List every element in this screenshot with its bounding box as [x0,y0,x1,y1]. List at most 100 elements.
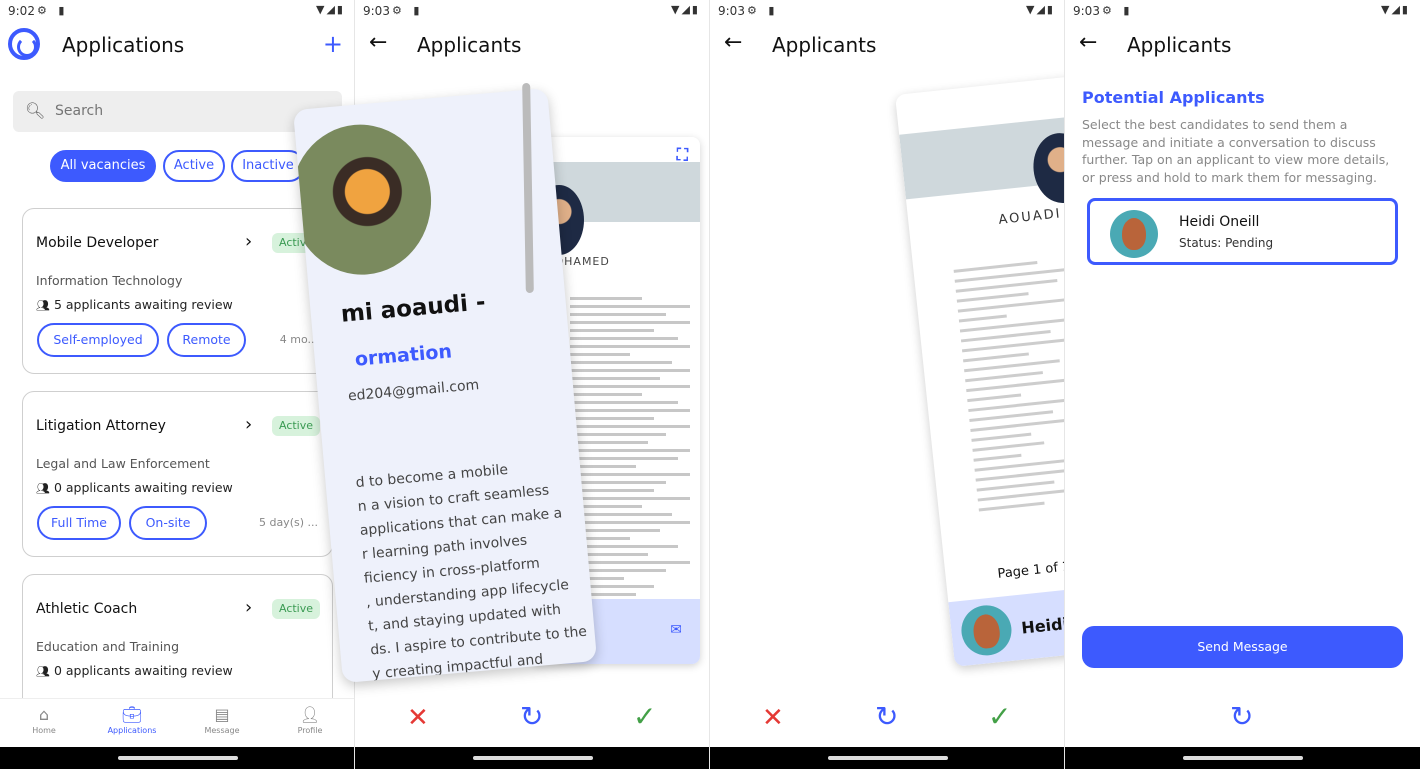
chevron-right-icon[interactable]: › [245,597,252,618]
back-arrow-icon[interactable]: ← [724,30,742,55]
system-nav-bar [0,747,355,769]
applicant-name: Heidi [1020,613,1069,638]
job-title: Litigation Attorney [36,418,166,434]
section-description: Select the best candidates to send them … [1082,117,1390,185]
status-bar: 9:02 ⚙ ▮ ▼◢▮ [0,0,355,22]
job-card[interactable]: Mobile Developer › Active Information Te… [22,208,333,374]
status-icons: ⚙ ▮ [37,4,69,17]
home-indicator[interactable] [472,756,593,760]
applicant-status: Status: Pending [1179,236,1274,250]
back-arrow-icon[interactable]: ← [369,30,387,55]
applicant-email: ed204@gmail.com [347,377,480,405]
job-category: Information Technology [36,273,183,288]
search-icon: 🔍︎ [25,101,46,120]
applicant-count-text: 0 applicants awaiting review [53,480,233,495]
job-title: Mobile Developer [36,235,159,251]
system-nav-bar [1065,747,1420,769]
job-category: Legal and Law Enforcement [36,456,210,471]
tag-chip[interactable]: Remote [167,323,246,357]
applicant-avatar [958,602,1014,658]
status-badge: Active [272,416,320,436]
back-arrow-icon[interactable]: ← [1079,30,1097,55]
briefcase-icon: 💼︎ [121,705,143,724]
signal-battery-icons: ▼◢▮ [1381,3,1410,16]
home-indicator[interactable] [827,756,948,760]
status-icons: ⚙ ▮ [747,4,779,17]
applicant-name: mi aoaudi - [339,289,487,328]
message-icon: ▤ [214,705,230,724]
reject-icon[interactable]: ✕ [762,703,784,733]
status-badge: Active [272,599,320,619]
status-icons: ⚙ ▮ [392,4,424,17]
add-icon[interactable]: + [323,30,343,58]
refresh-icon[interactable]: ↻ [520,700,543,733]
posted-time: 5 day(s) ... [258,516,318,529]
clock: 9:03 [363,4,390,18]
page-title: Applications [62,33,185,57]
nav-label: Home [32,726,56,735]
applicant-count: 👥︎ 0 applicants awaiting review [36,663,233,678]
refresh-icon[interactable]: ↻ [1230,700,1253,733]
section-heading: ormation [353,340,453,371]
signal-battery-icons: ▼◢▮ [671,3,700,16]
applicant-count: 👥︎ 0 applicants awaiting review [36,480,233,495]
applicant-count: 👥︎ 5 applicants awaiting review [36,297,233,312]
nav-label: Message [204,726,240,735]
signal-battery-icons: ▼◢▮ [1026,3,1055,16]
reject-icon[interactable]: ✕ [407,703,429,733]
nav-applications[interactable]: 💼︎ Applications [97,705,167,735]
chevron-right-icon[interactable]: › [245,231,252,252]
nav-label: Applications [107,726,157,735]
applicant-count-text: 0 applicants awaiting review [53,663,233,678]
send-message-button[interactable]: Send Message [1082,626,1403,668]
applicant-avatar [1110,210,1158,258]
status-icons: ⚙ ▮ [1102,4,1134,17]
filter-active[interactable]: Active [163,150,225,182]
profile-icon: 👤︎ [299,705,321,724]
page-title: Applicants [417,33,522,57]
applicant-profile-card[interactable]: mi aoaudi - ormation ed204@gmail.com d t… [292,88,598,684]
job-category: Education and Training [36,639,180,654]
status-bar: 9:03 ⚙ ▮ ▼◢▮ [710,0,1065,22]
home-icon: ⌂ [38,705,50,724]
system-nav-bar [710,747,1065,769]
mail-icon[interactable]: ✉ [670,622,682,638]
home-indicator[interactable] [1182,756,1303,760]
job-title: Athletic Coach [36,601,138,617]
status-bar: 9:03 ⚙ ▮ ▼◢▮ [1065,0,1420,22]
system-nav-bar [355,747,710,769]
people-icon: 👥︎ [36,482,50,495]
refresh-icon[interactable]: ↻ [875,700,898,733]
nav-message[interactable]: ▤ Message [187,705,257,735]
app-logo-icon [8,28,40,60]
status-bar: 9:03 ⚙ ▮ ▼◢▮ [355,0,710,22]
bottom-navigation: ⌂ Home 💼︎ Applications ▤ Message 👤︎ Profile [0,698,355,747]
applicant-photo [292,118,438,281]
clock: 9:03 [718,4,745,18]
tag-chip[interactable]: Full Time [37,506,121,540]
people-icon: 👥︎ [36,665,50,678]
tag-chip[interactable]: Self-employed [37,323,159,357]
clock: 9:03 [1073,4,1100,18]
applicant-name: Heidi Oneill [1179,214,1260,230]
applicant-count-text: 5 applicants awaiting review [53,297,233,312]
accept-icon[interactable]: ✓ [633,700,656,733]
section-title: Potential Applicants [1082,88,1265,107]
filter-all-vacancies[interactable]: All vacancies [50,150,156,182]
home-indicator[interactable] [117,756,238,760]
filter-inactive[interactable]: Inactive [231,150,305,182]
page-title: Applicants [772,33,877,57]
accept-icon[interactable]: ✓ [988,700,1011,733]
page-title: Applicants [1127,33,1232,57]
chevron-right-icon[interactable]: › [245,414,252,435]
clock: 9:02 [8,4,35,18]
search-bar[interactable]: 🔍︎ [13,91,342,132]
nav-home[interactable]: ⌂ Home [9,705,79,735]
page-indicator: Page 1 of 1 [996,559,1072,582]
applicant-card[interactable]: Heidi Oneill Status: Pending [1087,198,1398,265]
nav-profile[interactable]: 👤︎ Profile [275,705,345,735]
job-card[interactable]: Litigation Attorney › Active Legal and L… [22,391,333,557]
nav-label: Profile [297,726,323,735]
tag-chip[interactable]: On-site [129,506,207,540]
search-input[interactable] [55,100,325,122]
